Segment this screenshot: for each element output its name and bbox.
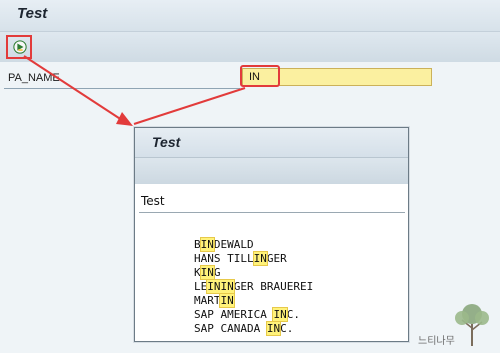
line-pre: LE [193, 280, 208, 293]
match-highlight: IN [265, 321, 282, 336]
line-pre: HANS TILL [193, 252, 254, 265]
match-highlight: IN [219, 293, 235, 308]
result-list: BINDEWALD HANS TILLINGER KING LEININGER … [141, 224, 314, 336]
popup-header-separator [139, 212, 405, 213]
field-underline [4, 88, 240, 89]
output-popup: Test Test BINDEWALD HANS TILLINGER KING … [134, 127, 409, 342]
execute-button[interactable] [6, 35, 32, 59]
line-pre: SAP CANADA [193, 322, 267, 335]
line-post: G [213, 266, 221, 279]
line-post: DEWALD [213, 238, 254, 251]
match-highlight: IN [199, 237, 215, 252]
execute-icon [13, 40, 27, 54]
match-highlight: IN [252, 251, 268, 266]
popup-titlebar: Test [135, 128, 408, 158]
field-label: PA_NAME [8, 72, 60, 84]
line-post: GER [266, 252, 287, 265]
line-pre: SAP AMERICA [193, 308, 274, 321]
line-pre: B [193, 238, 201, 251]
watermark-text: 느티나무 [418, 336, 455, 347]
titlebar: Test [0, 0, 500, 32]
popup-header-text: Test [141, 194, 165, 208]
match-highlight: IN [272, 307, 288, 322]
popup-body: Test BINDEWALD HANS TILLINGER KING LEINI… [135, 184, 408, 341]
popup-title: Test [152, 134, 181, 150]
line-post: GER BRAUEREI [233, 280, 314, 293]
match-highlight: ININ [206, 279, 235, 294]
popup-toolbar [135, 158, 408, 184]
toolbar [0, 32, 500, 62]
line-post: C. [280, 322, 294, 335]
line-pre: MART [193, 294, 221, 307]
line-pre: K [193, 266, 201, 279]
match-highlight: IN [199, 265, 215, 280]
field-input-highlight [240, 65, 280, 87]
window-title: Test [17, 5, 48, 22]
tree-logo-icon [455, 304, 489, 346]
line-post: C. [286, 308, 300, 321]
list-item: BINDEWALD [141, 224, 313, 252]
